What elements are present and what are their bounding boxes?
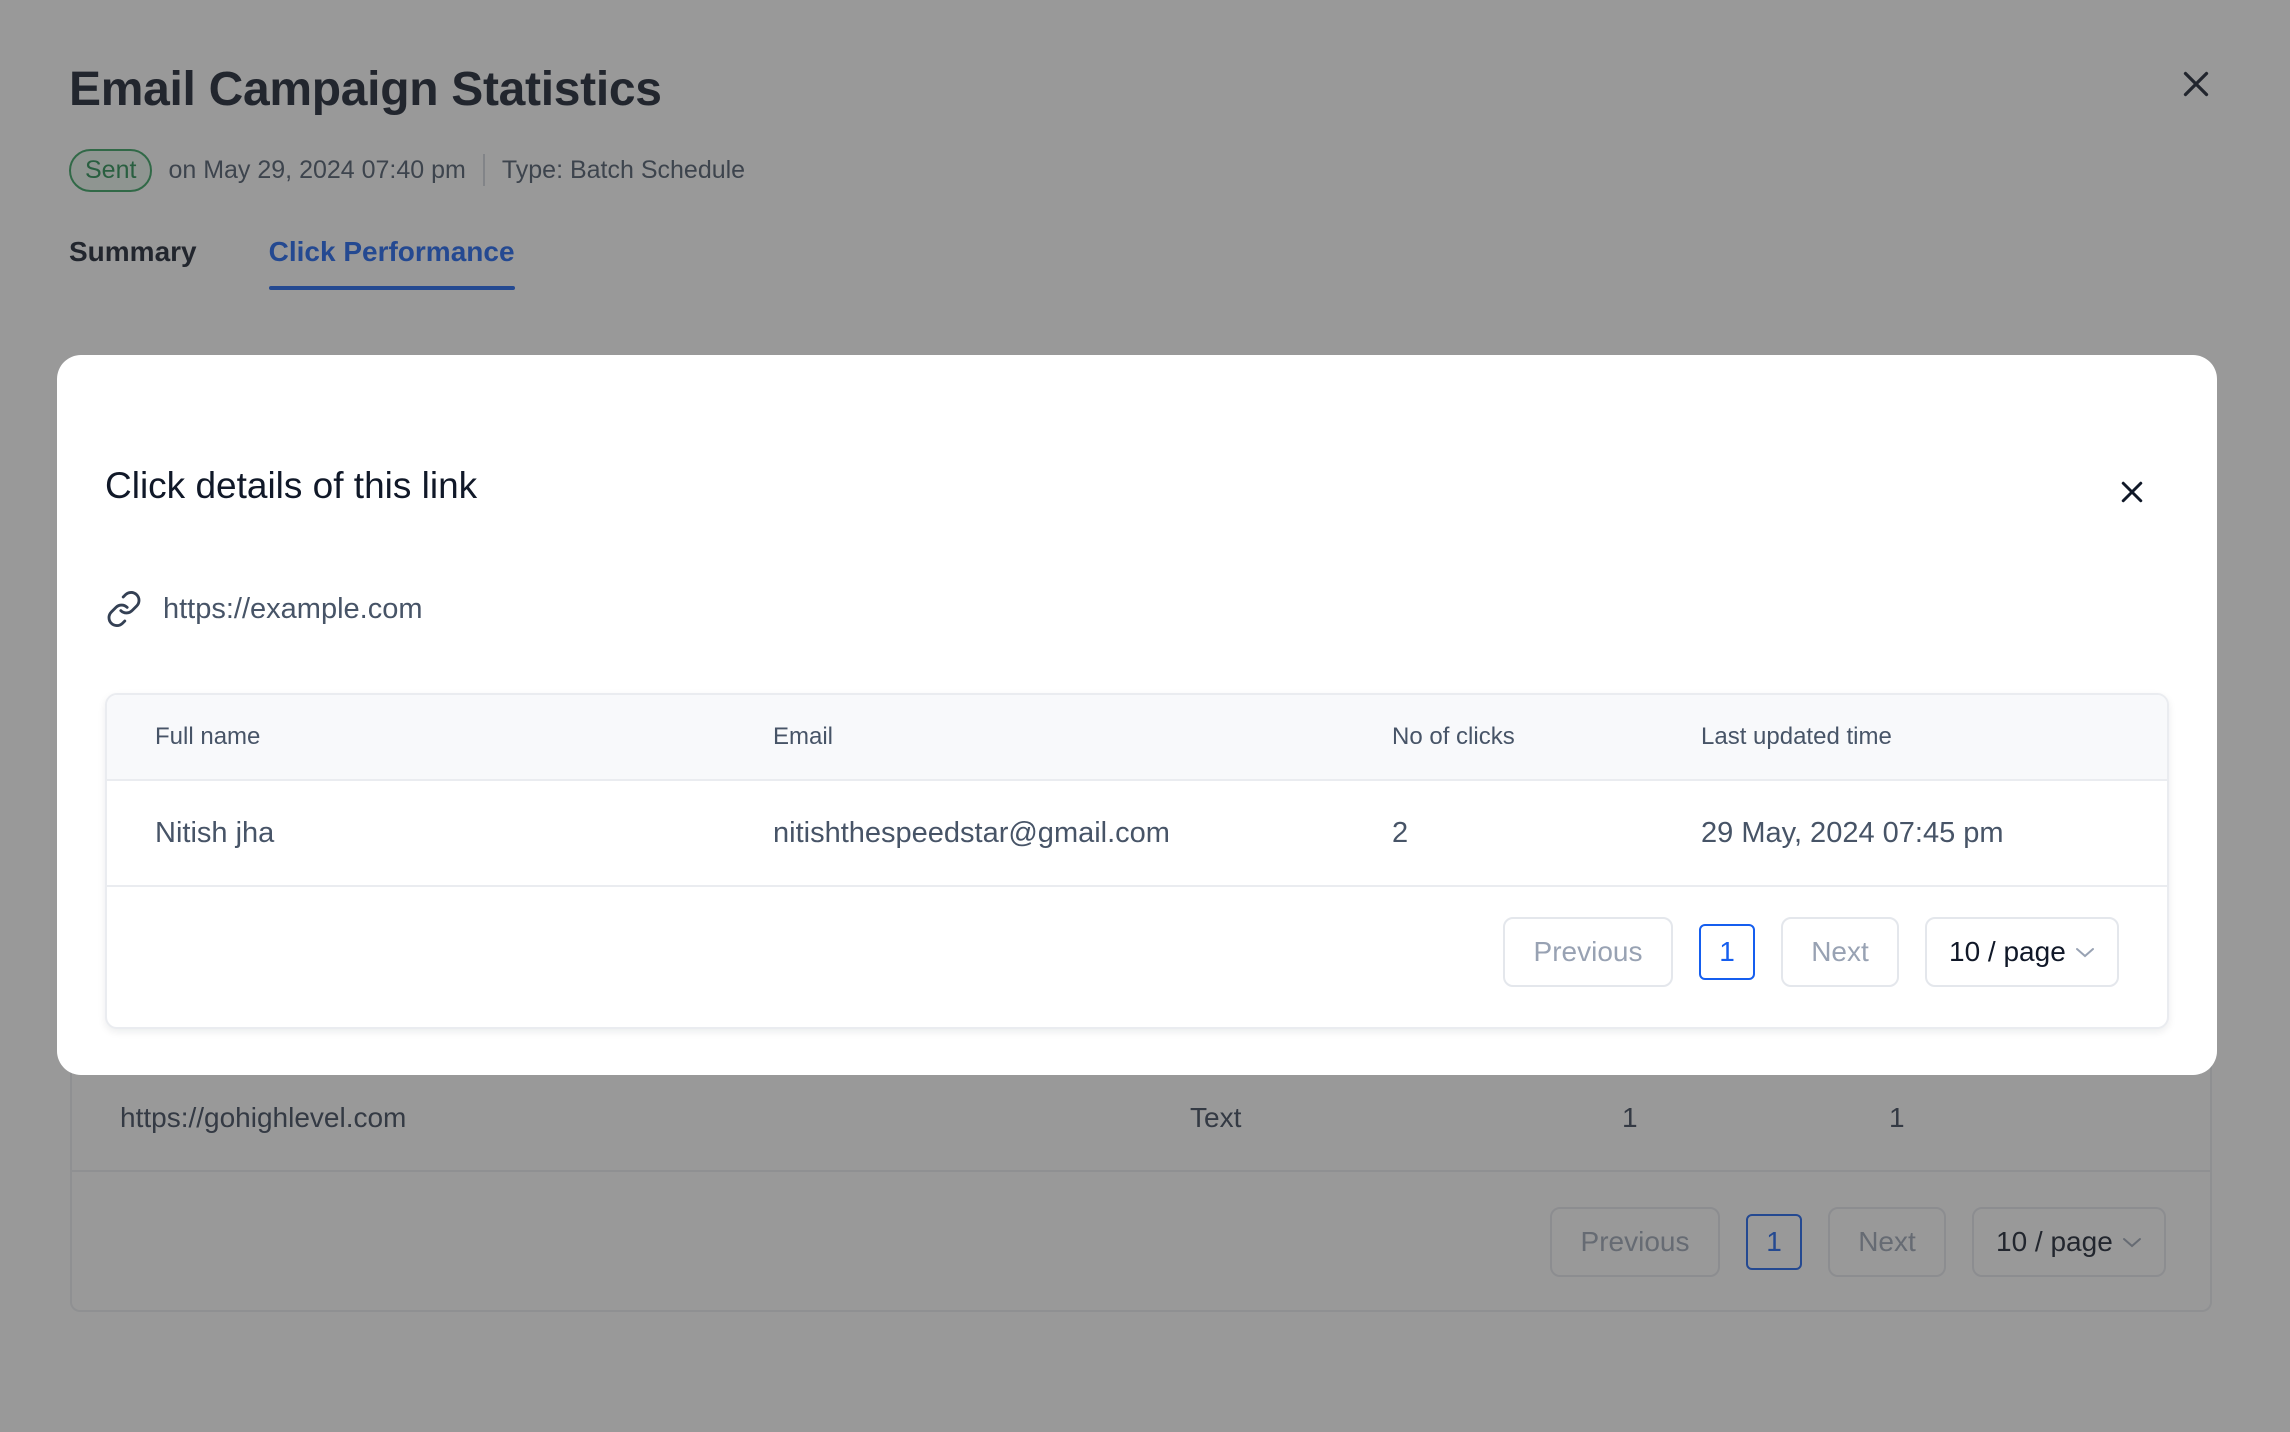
page-number-button[interactable]: 1 bbox=[1699, 924, 1755, 980]
column-header-last-updated: Last updated time bbox=[1701, 723, 1892, 750]
last-updated-cell: 29 May, 2024 07:45 pm bbox=[1701, 817, 2004, 849]
click-details-table: Full name Email No of clicks Last update… bbox=[105, 693, 2169, 1029]
column-header-clicks: No of clicks bbox=[1392, 723, 1515, 750]
table-row: Nitish jha nitishthespeedstar@gmail.com … bbox=[107, 781, 2167, 887]
link-url: https://example.com bbox=[163, 592, 423, 625]
column-header-full-name: Full name bbox=[155, 723, 261, 750]
previous-button[interactable]: Previous bbox=[1503, 917, 1673, 987]
page-size-select[interactable]: 10 / page bbox=[1925, 917, 2119, 987]
link-icon bbox=[107, 591, 141, 627]
chevron-down-icon bbox=[2075, 948, 2094, 958]
close-icon[interactable] bbox=[2117, 477, 2147, 507]
column-header-email: Email bbox=[773, 723, 834, 750]
link-display: https://example.com bbox=[105, 587, 423, 631]
click-details-modal: Click details of this link https://examp… bbox=[57, 355, 2217, 1075]
modal-title: Click details of this link bbox=[105, 465, 478, 506]
next-button[interactable]: Next bbox=[1781, 917, 1899, 987]
clicks-cell: 2 bbox=[1392, 817, 1409, 849]
page-size-value: 10 / page bbox=[1949, 936, 2066, 967]
pagination: Previous 1 Next 10 / page bbox=[1503, 917, 2119, 987]
table-header: Full name Email No of clicks Last update… bbox=[107, 695, 2167, 781]
full-name-cell: Nitish jha bbox=[155, 817, 275, 849]
email-cell: nitishthespeedstar@gmail.com bbox=[773, 817, 1170, 849]
